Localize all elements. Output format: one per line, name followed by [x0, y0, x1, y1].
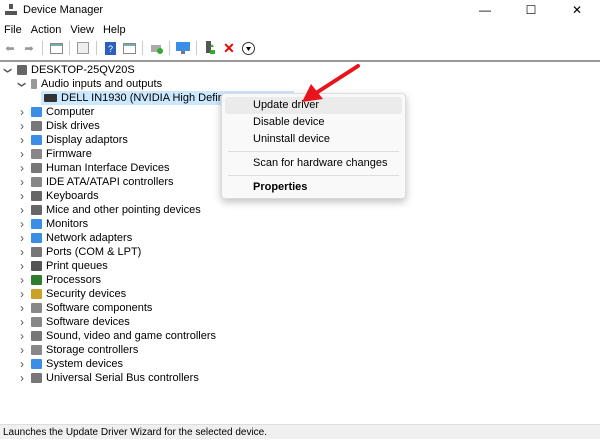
status-bar: Launches the Update Driver Wizard for th…: [0, 424, 600, 439]
red-arrow-annotation: [302, 64, 360, 102]
